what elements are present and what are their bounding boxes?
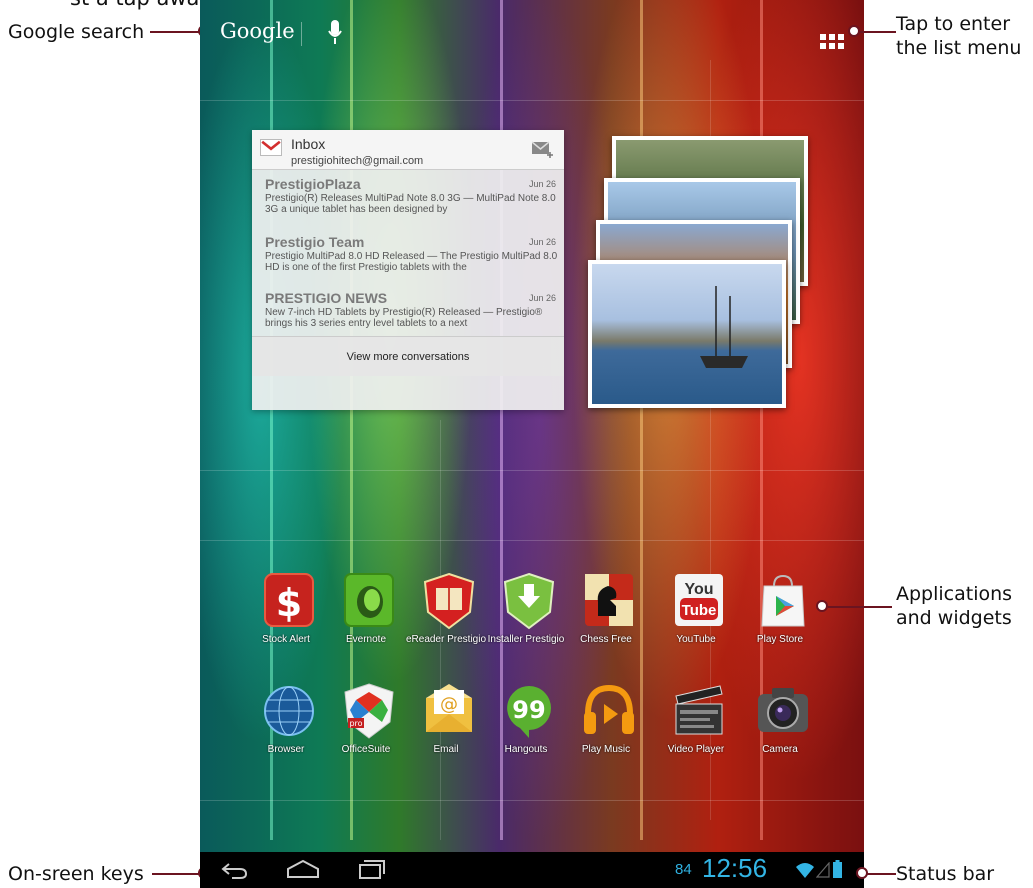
mail-date: Jun 26 <box>528 293 556 303</box>
callout-list-menu-line1: Tap to enter <box>896 13 1010 35</box>
hangouts-quote-glyph: 99 <box>512 696 545 724</box>
mail-item[interactable]: Prestigio Team Jun 26 Prestigio MultiPad… <box>252 234 564 292</box>
signal-icon <box>816 862 830 878</box>
app-label: Camera <box>762 744 798 755</box>
gmail-inbox-title: Inbox <box>291 136 326 152</box>
callout-status-bar: Status bar <box>896 863 995 885</box>
recent-apps-icon[interactable] <box>358 859 386 879</box>
mail-snippet: Prestigio(R) Releases MultiPad Note 8.0 … <box>265 193 556 215</box>
mail-sender: PRESTIGIO NEWS <box>265 290 388 306</box>
sailboat-icon <box>700 286 748 368</box>
email-icon: @ <box>426 684 472 732</box>
mail-snippet: Prestigio MultiPad 8.0 HD Released — The… <box>265 251 558 273</box>
chess-icon <box>585 574 633 626</box>
gmail-widget-header[interactable]: Inbox prestigiohitech@gmail.com <box>252 130 564 170</box>
video-player-icon <box>675 685 723 735</box>
app-label: Play Store <box>756 634 804 645</box>
youtube-icon: You Tube <box>675 574 723 626</box>
status-clock: 12:56 <box>702 853 768 883</box>
system-bar: 84 12:56 <box>200 852 864 888</box>
gmail-account: prestigiohitech@gmail.com <box>291 155 424 167</box>
callout-line-onscreen-keys <box>152 873 202 875</box>
wallpaper-grid-line <box>200 800 864 801</box>
callout-dot-apps <box>816 600 828 612</box>
officesuite-icon: pro <box>344 683 394 739</box>
app-label: Video Player <box>667 744 725 755</box>
ereader-icon <box>423 572 475 630</box>
callout-list-menu: Tap to enter the list menu <box>896 12 1021 60</box>
play-music-icon <box>584 684 634 734</box>
wifi-icon <box>796 863 814 878</box>
google-search-button[interactable]: Google <box>220 19 295 43</box>
mail-date: Jun 26 <box>528 237 556 247</box>
officesuite-badge: pro <box>349 719 362 728</box>
youtube-you-text: You <box>684 581 713 598</box>
mail-item[interactable]: PrestigioPlaza Jun 26 Prestigio(R) Relea… <box>252 176 564 234</box>
app-video-player[interactable]: Video Player <box>648 682 744 774</box>
wallpaper-grid-line <box>200 470 864 471</box>
compose-icon[interactable] <box>532 140 554 158</box>
photo <box>588 260 786 408</box>
callout-apps-line1: Applications <box>896 583 1013 605</box>
search-bar: Google <box>200 10 864 50</box>
callout-google-search: Google search <box>8 21 145 43</box>
stock-alert-icon: $ <box>264 573 314 627</box>
callout-apps: Applications and widgets <box>896 582 1012 630</box>
app-label: YouTube <box>676 634 716 645</box>
app-camera[interactable]: Camera <box>732 682 828 774</box>
wallpaper-grid-line <box>200 540 864 541</box>
app-play-music[interactable]: Play Music <box>558 682 654 774</box>
callout-line-google-search <box>150 31 202 33</box>
mail-sender: Prestigio Team <box>265 234 365 250</box>
play-store-icon <box>761 574 805 627</box>
callout-apps-line2: and widgets <box>896 607 1012 629</box>
youtube-tube-text: Tube <box>682 602 717 619</box>
callout-line-apps <box>828 606 892 608</box>
gmail-icon <box>260 139 282 156</box>
figure: st a tap away. Your tablet's home screen… <box>0 0 1033 888</box>
evernote-icon <box>344 573 394 627</box>
gmail-widget[interactable]: Inbox prestigiohitech@gmail.com Prestigi… <box>252 130 564 410</box>
mail-snippet: New 7-inch HD Tablets by Prestigio(R) Re… <box>265 307 543 329</box>
email-at-glyph: @ <box>440 694 458 715</box>
all-apps-icon[interactable] <box>820 34 844 50</box>
view-more-conversations-button[interactable]: View more conversations <box>252 336 564 376</box>
app-youtube[interactable]: You Tube YouTube <box>648 572 744 664</box>
battery-percentage: 84 <box>675 861 692 878</box>
callout-line-list-menu <box>858 31 896 33</box>
back-icon[interactable] <box>220 860 248 880</box>
app-play-store[interactable]: Play Store <box>732 572 828 664</box>
app-label: Play Music <box>581 744 631 755</box>
microphone-icon[interactable] <box>328 20 342 46</box>
app-label: Chess Free <box>580 634 632 645</box>
installer-icon <box>503 572 555 630</box>
app-chess-free[interactable]: Chess Free <box>558 572 654 664</box>
wallpaper-grid-line <box>200 100 864 101</box>
camera-icon <box>758 688 808 732</box>
callout-line-status-bar <box>866 873 896 875</box>
mail-date: Jun 26 <box>528 179 556 189</box>
search-bar-divider <box>301 22 302 46</box>
browser-icon <box>264 686 314 736</box>
callout-list-menu-line2: the list menu <box>896 37 1022 59</box>
mail-sender: PrestigioPlaza <box>265 176 361 192</box>
hangouts-icon: 99 <box>507 686 551 738</box>
stock-alert-glyph: $ <box>276 581 302 625</box>
callout-onscreen-keys: On-sreen keys <box>8 863 144 885</box>
home-icon[interactable] <box>286 859 320 879</box>
battery-icon <box>833 860 842 878</box>
tablet-home-screen: Google Inbox prestigiohitech@gmail.com P… <box>200 0 864 888</box>
